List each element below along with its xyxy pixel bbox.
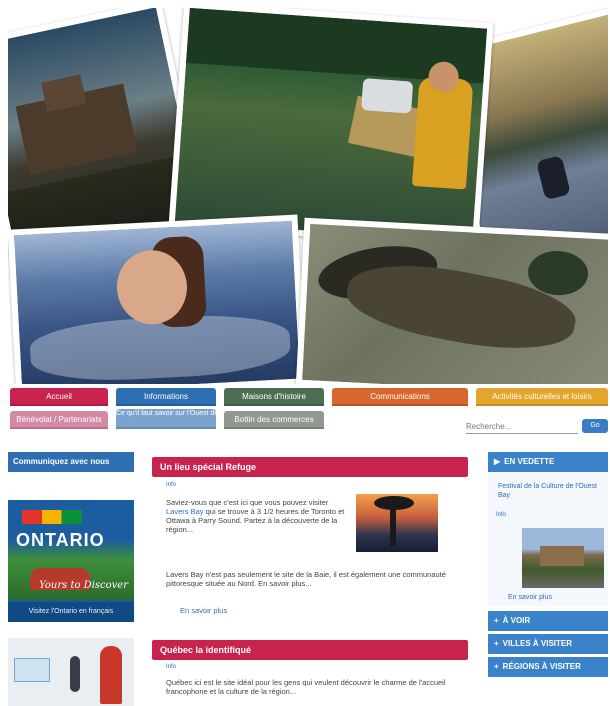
tab-benevolat[interactable]: Bénévolat / Partenariats [10, 411, 108, 429]
section-title-lieu-special: Un lieu spécial Refuge [152, 457, 468, 477]
ontario-tourism-ad[interactable]: ONTARIO Yours to Discover Visitez l'Onta… [8, 500, 134, 622]
winter-ad-logo [14, 658, 50, 682]
section1-more-link[interactable]: En savoir plus [180, 606, 227, 615]
skier-figure-red [100, 646, 122, 704]
lavers-bay-link[interactable]: Lavers Bay [166, 507, 204, 516]
skier-figure [70, 656, 80, 692]
contact-header[interactable]: Communiquez avec nous [8, 452, 134, 472]
regions-header[interactable]: + RÉGIONS À VISITER [488, 657, 608, 677]
a-voir-header[interactable]: + À VOIR [488, 611, 608, 631]
girl-swimming-photo [8, 214, 307, 384]
tab-accueil[interactable]: Accueil [10, 388, 108, 406]
tab-communications[interactable]: Communications [332, 388, 468, 406]
featured-header[interactable]: ▶ EN VEDETTE [488, 452, 608, 472]
search-input[interactable] [466, 420, 578, 434]
section1-paragraph-2: Lavers Bay n'est pas seulement le site d… [166, 570, 446, 588]
man-boat-photo [168, 8, 494, 249]
flying-duck-photo [295, 217, 608, 384]
plus-icon: + [494, 662, 499, 671]
search-button[interactable]: Go [582, 419, 608, 433]
tab-activites[interactable]: Activités culturelles et loisirs [476, 388, 608, 406]
ontario-logo: ONTARIO [16, 530, 105, 550]
section2-tag: Info [166, 664, 177, 670]
section1-paragraph: Saviez-vous que c'est ici que vous pouve… [166, 498, 345, 534]
section2-paragraph: Québec ici est le site idéal pour les ge… [166, 678, 446, 696]
featured-tag: Info [496, 512, 507, 518]
featured-more-link[interactable]: En savoir plus [508, 594, 552, 601]
page: Accueil Informations Maisons d'histoire … [0, 0, 610, 706]
ad-caption: Visitez l'Ontario en français [8, 602, 134, 622]
featured-photo[interactable] [522, 528, 604, 588]
sunset-tree-thumbnail[interactable] [356, 494, 438, 552]
winter-ad[interactable] [8, 638, 134, 706]
ontario-logo-tiles [22, 510, 82, 524]
villes-header[interactable]: + VILLES À VISITER [488, 634, 608, 654]
tab-ouest-ontario[interactable]: Ce qu'il faut savoir sur l'Ouest de l'On… [116, 409, 216, 429]
photo-collage-banner [8, 8, 608, 384]
plus-icon: + [494, 639, 499, 648]
featured-text-link[interactable]: Festival de la Culture de l'Ouest Bay [498, 482, 598, 500]
ad-slogan: Yours to Discover [39, 580, 128, 591]
plus-icon: + [494, 616, 499, 625]
tab-informations[interactable]: Informations [116, 388, 216, 406]
tab-bottin[interactable]: Bottin des commerces [224, 411, 324, 429]
section1-tag: Info [166, 482, 177, 488]
tab-maisons-histoire[interactable]: Maisons d'histoire [224, 388, 324, 406]
section-title-quebec: Québec la identifiqué [152, 640, 468, 660]
arrow-icon: ▶ [494, 457, 501, 466]
